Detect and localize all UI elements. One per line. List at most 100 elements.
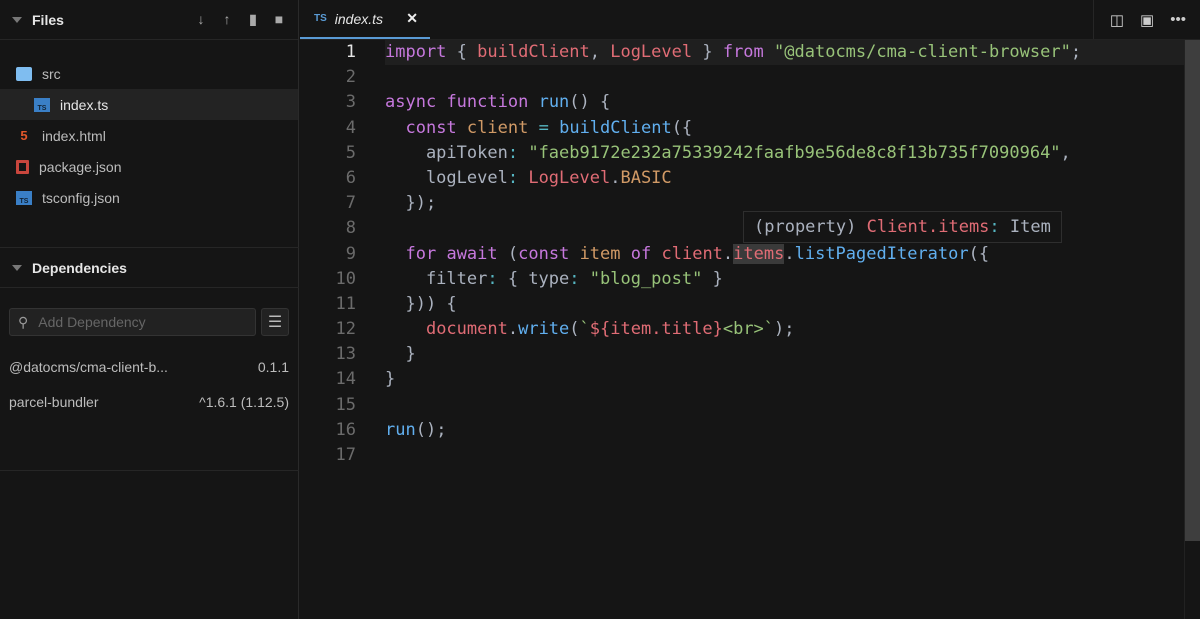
code-token: ); <box>774 319 794 339</box>
code-token: "@datocms/cma-client-browser" <box>774 42 1071 62</box>
code-token: ${item.title} <box>590 319 723 339</box>
code-token <box>621 244 631 264</box>
file-item[interactable]: TS index.ts <box>0 89 298 120</box>
code-token: , <box>1061 143 1071 163</box>
code-token <box>651 244 661 264</box>
line-number: 12 <box>300 317 356 342</box>
editor: TS index.ts ✕ ◫ ▣ ••• 1 import { buildCli… <box>300 0 1200 619</box>
html-file-icon: 5 <box>16 129 32 143</box>
tab-index-ts[interactable]: TS index.ts ✕ <box>300 0 430 39</box>
code-token: client <box>467 118 528 138</box>
tab-label: index.ts <box>335 11 383 27</box>
line-number: 16 <box>300 418 356 443</box>
code-line: 4 const client = buildClient({ <box>300 116 1184 141</box>
code-token: filter <box>385 269 487 289</box>
code-token: ` <box>580 319 590 339</box>
line-text: apiToken: "faeb9172e232a75339242faafb9e5… <box>385 141 1071 166</box>
file-item[interactable]: TStsconfig.json <box>0 182 298 213</box>
code-token: () { <box>569 92 610 112</box>
code-token <box>385 244 405 264</box>
code-line: 14} <box>300 367 1184 392</box>
code-token: "faeb9172e232a75339242faafb9e56de8c8f13b… <box>528 143 1060 163</box>
files-section-header[interactable]: Files ↓ ↑ ▮ ■ <box>0 0 298 40</box>
code-line: 5 apiToken: "faeb9172e232a75339242faafb9… <box>300 141 1184 166</box>
code-token <box>436 92 446 112</box>
code-token: write <box>518 319 569 339</box>
file-item[interactable]: package.json <box>0 151 298 182</box>
file-tree: src TS index.ts 5index.html package.json TSts… <box>0 58 298 213</box>
dependency-item[interactable]: @datocms/cma-client-b...0.1.1 <box>9 349 289 384</box>
code-token: . <box>508 319 518 339</box>
code-token: } <box>385 344 416 364</box>
line-text: }); <box>385 191 436 216</box>
line-text: } <box>385 342 416 367</box>
hover-tooltip: (property) Client.items: Item <box>743 211 1062 243</box>
close-icon[interactable]: ✕ <box>406 10 418 27</box>
line-text: logLevel: LogLevel.BASIC <box>385 166 672 191</box>
preview-icon[interactable]: ▣ <box>1140 11 1154 29</box>
collapse-triangle-icon[interactable] <box>12 265 22 271</box>
files-title: Files <box>32 12 64 28</box>
upload-icon[interactable]: ↑ <box>220 11 234 28</box>
line-number: 15 <box>300 393 356 418</box>
line-text: } <box>385 367 395 392</box>
dependencies-section-header[interactable]: Dependencies <box>0 248 299 288</box>
code-token: const <box>518 244 569 264</box>
search-icon: ⚲ <box>18 314 28 331</box>
code-token <box>528 92 538 112</box>
code-token: "blog_post" <box>590 269 703 289</box>
code-token: items <box>733 244 784 264</box>
code-line: 2 <box>300 65 1184 90</box>
code-token: , <box>590 42 610 62</box>
tab-bar: TS index.ts ✕ ◫ ▣ ••• <box>300 0 1200 40</box>
code-editor[interactable]: 1 import { buildClient, LogLevel } from "… <box>300 40 1184 468</box>
code-token: for <box>405 244 436 264</box>
collapse-triangle-icon[interactable] <box>12 17 22 23</box>
code-token: } <box>385 369 395 389</box>
code-token <box>549 118 559 138</box>
code-token: ({ <box>672 118 692 138</box>
code-token <box>385 118 405 138</box>
code-line: 15 <box>300 393 1184 418</box>
code-line: 10 filter: { type: "blog_post" } <box>300 267 1184 292</box>
code-token: = <box>539 118 549 138</box>
vertical-scrollbar[interactable] <box>1184 40 1200 619</box>
sidebar: Files ↓ ↑ ▮ ■ src TS index.ts 5index.html pa… <box>0 0 299 619</box>
file-name: package.json <box>39 159 122 175</box>
line-number: 8 <box>300 216 356 241</box>
line-number: 10 <box>300 267 356 292</box>
line-number: 13 <box>300 342 356 367</box>
ts-file-icon: TS <box>34 98 50 112</box>
code-token: : <box>569 269 579 289</box>
code-token: await <box>446 244 497 264</box>
scrollbar-thumb[interactable] <box>1185 40 1200 541</box>
line-text: run(); <box>385 418 446 443</box>
new-file-icon[interactable]: ▮ <box>246 11 260 28</box>
code-token: LogLevel <box>610 42 692 62</box>
code-line: 11 })) { <box>300 292 1184 317</box>
more-icon[interactable]: ••• <box>1170 11 1186 28</box>
file-name: src <box>42 66 61 82</box>
tooltip-token: : <box>989 217 999 237</box>
dependency-menu-button[interactable]: ☰ <box>261 308 289 336</box>
dependency-item[interactable]: parcel-bundler^1.6.1 (1.12.5) <box>9 384 289 419</box>
file-item[interactable]: 5index.html <box>0 120 298 151</box>
code-token <box>518 143 528 163</box>
code-token: } <box>702 269 722 289</box>
code-token: LogLevel <box>528 168 610 188</box>
file-name: index.ts <box>60 97 108 113</box>
split-view-icon[interactable]: ◫ <box>1110 11 1124 29</box>
new-folder-icon[interactable]: ■ <box>272 11 286 28</box>
line-text: for await (const item of client.items.li… <box>385 242 989 267</box>
line-number: 14 <box>300 367 356 392</box>
line-number: 1 <box>300 40 356 65</box>
line-text: import { buildClient, LogLevel } from "@… <box>385 40 1184 65</box>
line-text: })) { <box>385 292 457 317</box>
file-item[interactable]: src <box>0 58 298 89</box>
code-token: item <box>580 244 621 264</box>
add-dependency-input[interactable]: ⚲ Add Dependency <box>9 308 256 336</box>
dependency-name: parcel-bundler <box>9 394 99 410</box>
code-token: run <box>385 420 416 440</box>
download-icon[interactable]: ↓ <box>194 11 208 28</box>
dependency-name: @datocms/cma-client-b... <box>9 359 168 375</box>
